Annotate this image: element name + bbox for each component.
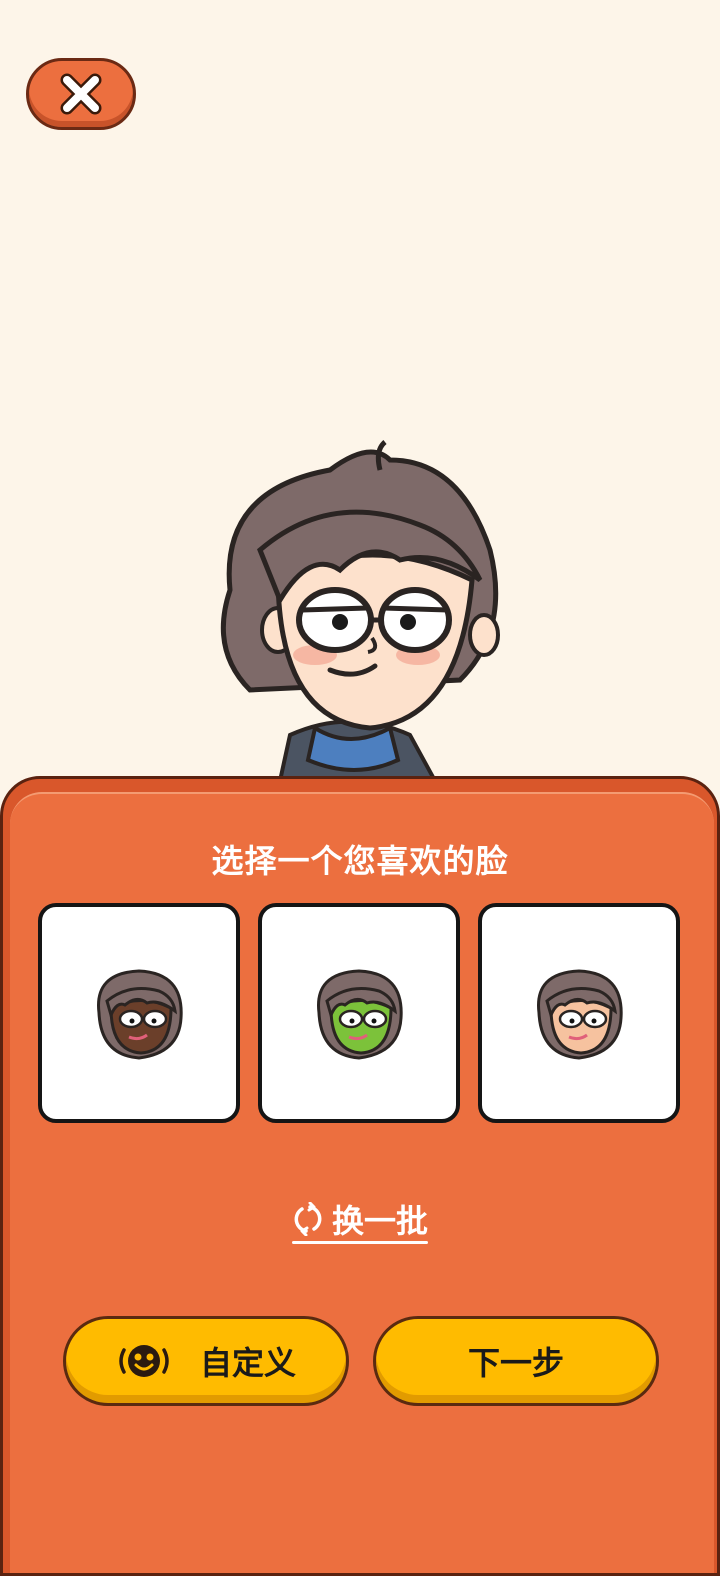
face-green-skin-icon xyxy=(317,969,403,1060)
refresh-underline xyxy=(292,1241,428,1244)
refresh-icon xyxy=(294,1202,322,1236)
refresh-faces-link[interactable]: 换一批 xyxy=(290,1194,430,1244)
close-button[interactable] xyxy=(26,58,136,130)
next-step-label: 下一步 xyxy=(467,1344,564,1382)
face-option-2[interactable] xyxy=(258,903,460,1123)
sheet-title: 选择一个您喜欢的脸 xyxy=(211,842,509,880)
face-option-1[interactable] xyxy=(38,903,240,1123)
face-selection-sheet xyxy=(0,776,720,1576)
refresh-label: 换一批 xyxy=(331,1202,428,1240)
avatar-preview xyxy=(190,430,510,792)
next-step-button[interactable]: 下一步 xyxy=(373,1316,659,1406)
customize-button[interactable]: 自定义 xyxy=(63,1316,349,1406)
customize-label: 自定义 xyxy=(199,1344,296,1382)
smiley-face-icon xyxy=(116,1338,172,1384)
close-x-icon xyxy=(60,73,102,115)
face-light-skin-icon xyxy=(537,969,623,1060)
face-option-3[interactable] xyxy=(478,903,680,1123)
face-dark-skin-icon xyxy=(97,969,183,1060)
